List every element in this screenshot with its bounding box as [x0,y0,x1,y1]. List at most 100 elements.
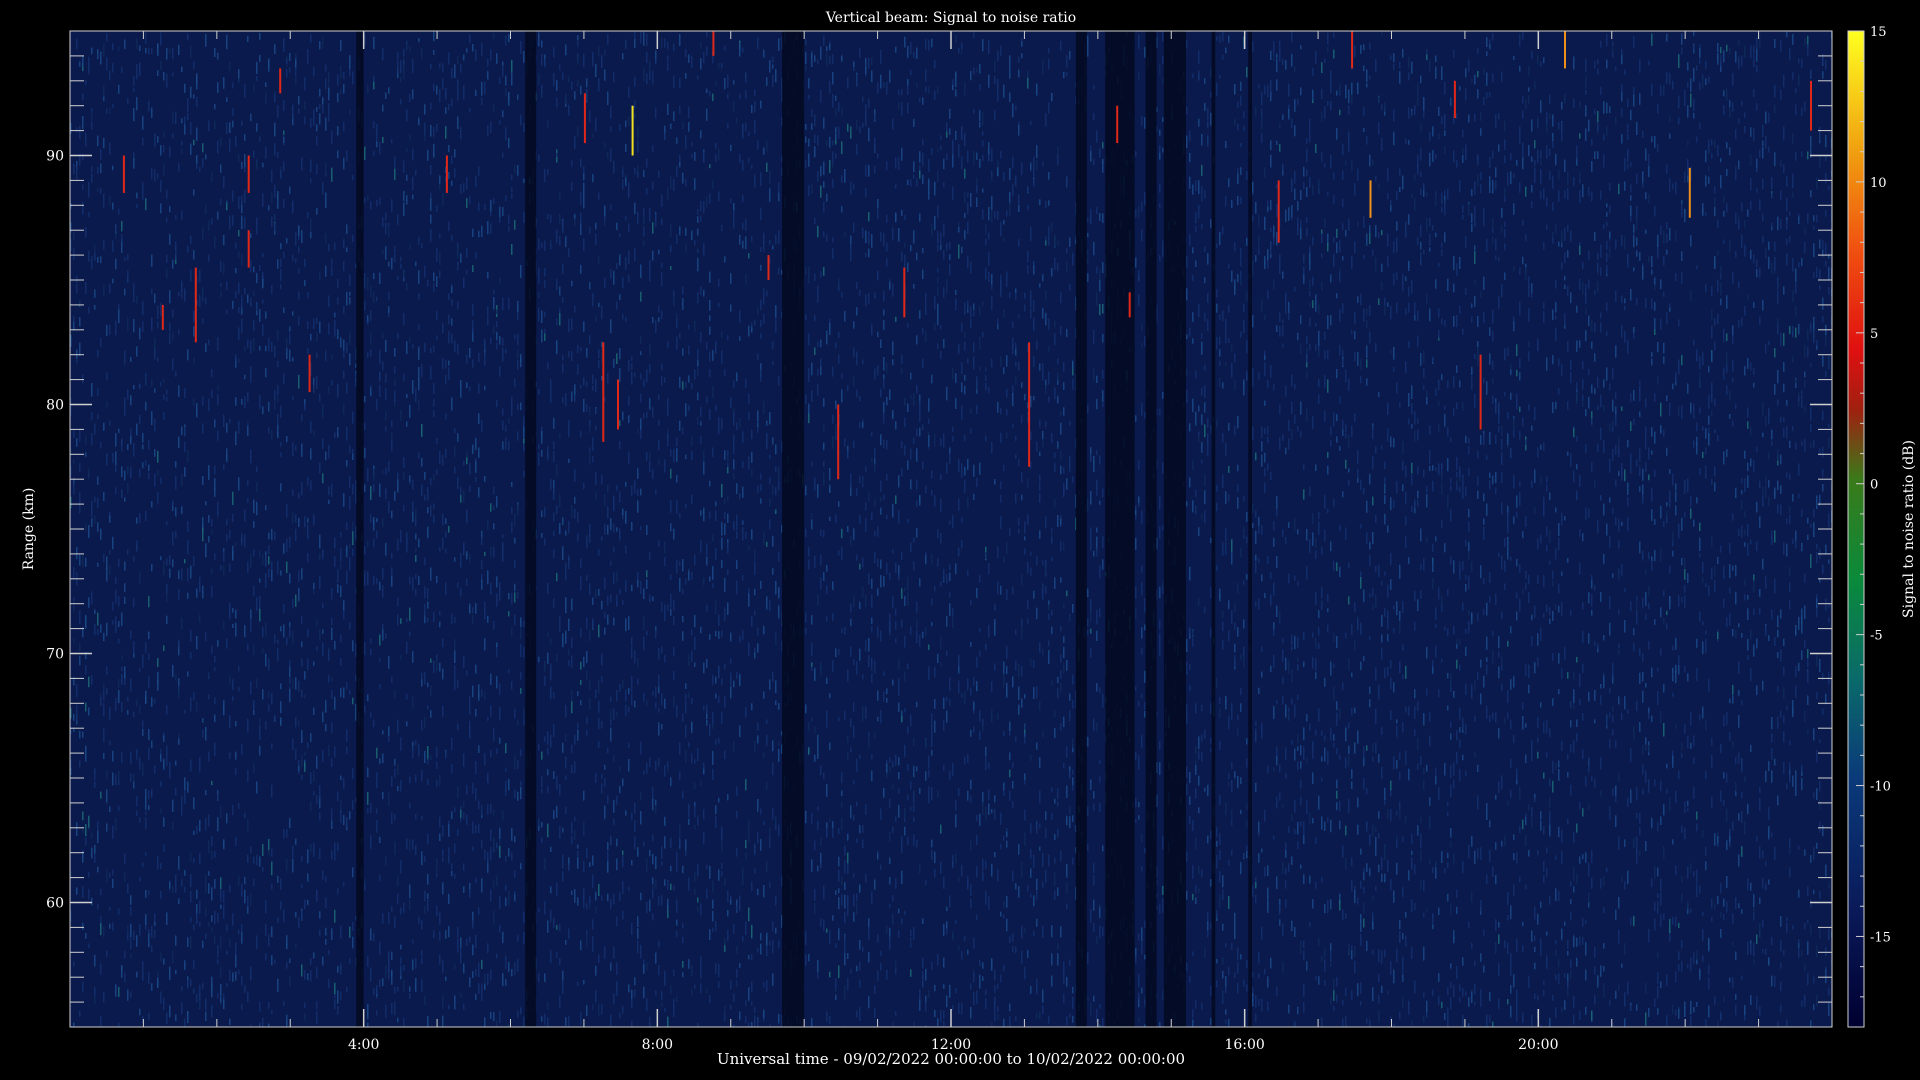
noise-cell [706,543,708,556]
noise-cell [250,681,252,695]
noise-cell [676,705,678,718]
noise-cell [130,630,132,640]
noise-cell [613,818,615,825]
noise-cell [247,424,249,436]
noise-cell [601,720,603,729]
noise-cell [853,814,855,821]
noise-cell [352,483,354,495]
noise-cell [883,401,885,413]
noise-cell [316,376,318,389]
noise-cell [208,883,210,894]
noise-cell [388,222,390,228]
noise-cell [295,677,297,690]
noise-cell [598,717,600,730]
noise-cell [691,629,693,636]
noise-cell [211,780,213,786]
noise-cell [850,618,852,627]
noise-cell [814,726,816,733]
noise-cell [511,592,513,605]
noise-cell [517,165,519,176]
noise-cell [778,605,780,619]
noise-cell [100,528,102,540]
noise-cell [367,195,369,201]
noise-cell [559,616,561,627]
noise-cell [208,120,210,131]
noise-cell [322,36,324,49]
noise-cell [877,934,879,943]
noise-cell [547,446,549,461]
noise-cell [130,895,132,905]
noise-cell [757,37,759,49]
noise-cell [733,434,735,445]
noise-cell [367,956,369,967]
noise-cell [430,229,432,243]
noise-cell [85,282,87,294]
noise-cell [424,104,426,115]
noise-cell [760,484,762,492]
noise-cell [454,678,456,691]
noise-cell [595,315,597,323]
noise-cell [73,482,75,495]
noise-cell [355,491,357,504]
noise-cell [484,475,486,483]
noise-cell [94,844,96,854]
noise-cell [763,752,765,759]
noise-cell [145,788,147,800]
noise-cell [175,214,177,220]
noise-cell [301,856,303,862]
noise-cell [265,573,267,582]
noise-cell [394,1001,396,1016]
noise-cell [652,222,654,234]
noise-cell [727,495,729,502]
noise-cell [640,811,642,825]
noise-cell [814,273,816,281]
noise-cell [628,415,630,424]
noise-cell [175,246,177,260]
noise-cell [760,333,762,339]
noise-cell [850,747,852,753]
noise-cell [448,360,450,366]
noise-cell [475,825,477,834]
noise-cell [88,307,90,314]
noise-cell [457,55,459,65]
noise-cell [379,371,381,382]
noise-cell [337,842,339,852]
noise-cell [367,85,369,94]
noise-cell [223,551,225,562]
noise-cell [517,504,519,516]
noise-cell [829,817,831,823]
noise-cell [490,503,492,512]
noise-cell [265,653,267,667]
noise-cell [424,717,426,728]
noise-cell [337,126,339,136]
noise-cell [400,907,402,915]
noise-cell [565,630,567,644]
noise-cell [682,588,684,595]
noise-cell [547,652,549,664]
noise-cell [805,64,807,71]
noise-cell [223,621,225,630]
noise-cell [679,837,681,847]
noise-cell [832,151,834,163]
noise-cell [580,700,582,706]
noise-cell [202,585,204,599]
noise-cell [439,833,441,841]
noise-cell [817,226,819,238]
noise-cell [697,216,699,223]
noise-cell [334,909,336,923]
noise-cell [211,984,213,998]
noise-cell [877,558,879,568]
noise-cell [541,1016,543,1022]
noise-cell [652,317,654,324]
noise-cell [664,879,666,886]
noise-cell [385,373,387,383]
noise-cell [82,184,84,190]
noise-cell [520,402,522,410]
noise-cell [235,836,237,846]
noise-cell [247,769,249,782]
noise-cell [370,310,372,322]
noise-cell [562,397,564,403]
noise-cell [88,468,90,479]
noise-cell [193,326,195,337]
noise-cell [826,677,828,684]
